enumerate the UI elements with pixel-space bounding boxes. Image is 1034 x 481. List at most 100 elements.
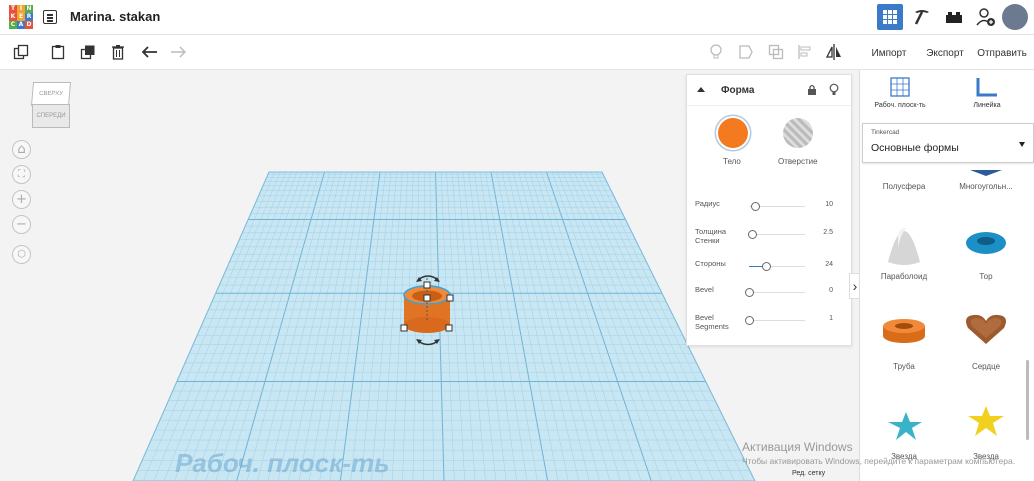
shape-label: Тор: [979, 272, 993, 281]
group-icon[interactable]: [768, 44, 784, 60]
hole-label: Отверстие: [778, 157, 818, 166]
invite-user-button[interactable]: [970, 0, 1002, 34]
param-slider-knob[interactable]: [745, 316, 754, 325]
shape-library-select[interactable]: Tinkercad Основные формы: [862, 123, 1034, 163]
home-icon: ⌂: [17, 142, 26, 157]
view-cube[interactable]: СВЕРХУ СПЕРЕДИ: [30, 82, 72, 134]
document-title[interactable]: Marina. stakan: [70, 9, 160, 24]
note-icon[interactable]: [738, 44, 754, 60]
shape-paraboloid[interactable]: Параболоид: [864, 218, 944, 308]
activation-title: Активация Windows: [742, 440, 853, 454]
chevron-right-icon: ›: [852, 278, 858, 294]
param-label: Bevel: [695, 285, 714, 294]
logo-letter: E: [17, 13, 25, 21]
logo-letter: A: [17, 21, 25, 29]
tube-shape-selected[interactable]: [388, 268, 468, 358]
edit-grid-link[interactable]: Ред. сетку: [792, 470, 825, 477]
grid-icon: [877, 4, 903, 30]
duplicate-icon[interactable]: [80, 44, 96, 60]
mirror-icon[interactable]: [826, 44, 842, 60]
import-button[interactable]: Импорт: [866, 43, 912, 63]
home-view-button[interactable]: ⌂: [12, 140, 31, 159]
shape-label: Полусфера: [882, 182, 926, 191]
logo-letter: R: [25, 13, 33, 21]
polygon-shape-icon: [970, 170, 1002, 176]
lock-icon[interactable]: [807, 84, 817, 96]
fit-view-button[interactable]: ⛶: [12, 165, 31, 184]
windows-activation-watermark: Активация Windows Чтобы активировать Win…: [742, 440, 1032, 467]
param-slider-knob[interactable]: [747, 230, 757, 239]
param-slider-knob[interactable]: [761, 262, 771, 271]
logo-letter: C: [9, 21, 17, 29]
shape-torus[interactable]: Тор: [946, 218, 1026, 308]
view-cube-top[interactable]: СВЕРХУ: [30, 82, 72, 106]
logo-letter: T: [9, 5, 17, 13]
scale-handle[interactable]: [446, 294, 454, 302]
view-cube-front[interactable]: СПЕРЕДИ: [32, 104, 70, 128]
align-icon[interactable]: [797, 44, 813, 60]
collapse-caret-icon[interactable]: [697, 87, 705, 92]
hole-swatch[interactable]: [783, 118, 813, 148]
star-shape-icon: [888, 412, 922, 440]
tinkercad-logo[interactable]: TINKERCAD: [9, 5, 33, 29]
library-source: Tinkercad: [871, 129, 900, 136]
logo-letter: N: [25, 5, 33, 13]
param-row: Bevel Segments 1: [695, 313, 845, 331]
zoom-in-button[interactable]: +: [12, 190, 31, 209]
param-row: Толщина Стенки 2.5: [695, 227, 845, 245]
paste-icon[interactable]: [50, 44, 66, 60]
plus-icon: +: [16, 192, 27, 207]
param-value[interactable]: 24: [825, 261, 833, 268]
export-button[interactable]: Экспорт: [920, 43, 970, 63]
chevron-down-icon: [1019, 142, 1025, 147]
library-scrollbar[interactable]: [1026, 360, 1029, 440]
param-value[interactable]: 0: [829, 287, 833, 294]
3d-design-view-button[interactable]: [874, 0, 906, 34]
copy-icon[interactable]: [13, 44, 29, 60]
paraboloid-shape-icon: [888, 227, 920, 265]
param-value[interactable]: 1: [829, 315, 833, 322]
design-list-icon[interactable]: [43, 10, 57, 24]
bricks-view-button[interactable]: [938, 0, 970, 34]
build-view-button[interactable]: [906, 0, 938, 34]
param-slider-track[interactable]: [749, 292, 805, 293]
workplane-tool[interactable]: Рабоч. плоск-ть: [870, 76, 930, 109]
param-slider-knob[interactable]: [745, 288, 754, 297]
param-slider-knob[interactable]: [750, 202, 760, 211]
fit-icon: ⛶: [18, 169, 25, 180]
shape-tube[interactable]: Труба: [864, 310, 944, 400]
perspective-button[interactable]: ⬡: [12, 245, 31, 264]
scale-handle[interactable]: [400, 324, 408, 332]
light-bulb-icon[interactable]: [829, 83, 839, 96]
light-bulb-icon[interactable]: [708, 44, 724, 60]
scale-handle[interactable]: [445, 324, 453, 332]
shape-heart[interactable]: Сердце: [946, 310, 1026, 400]
height-handle[interactable]: [423, 281, 431, 289]
brick-icon: [946, 12, 962, 23]
send-to-button[interactable]: Отправить: [974, 43, 1030, 63]
heart-shape-icon: [966, 314, 1006, 344]
param-value[interactable]: 10: [825, 201, 833, 208]
trash-icon[interactable]: [110, 44, 126, 60]
param-slider-track[interactable]: [749, 320, 805, 321]
param-label: Стороны: [695, 259, 726, 268]
rotate-handle-top[interactable]: [417, 275, 439, 281]
undo-icon[interactable]: [142, 44, 158, 60]
shape-panel-header: Форма: [687, 75, 851, 106]
scale-handle[interactable]: [423, 294, 431, 302]
param-slider-track[interactable]: [749, 234, 805, 235]
shape-label: Труба: [893, 362, 915, 371]
zoom-out-button[interactable]: −: [12, 215, 31, 234]
solid-color-swatch[interactable]: [718, 118, 748, 148]
logo-letter: K: [9, 13, 17, 21]
solid-label: Тело: [723, 157, 741, 166]
torus-shape-icon: [966, 232, 1006, 254]
param-label: Толщина Стенки: [695, 227, 727, 245]
pickaxe-icon: [914, 10, 929, 25]
ruler-tool[interactable]: Линейка: [957, 76, 1017, 109]
view-mode-switcher: [874, 0, 1034, 34]
rotate-handle-bottom[interactable]: [417, 340, 439, 346]
user-avatar[interactable]: [1002, 4, 1028, 30]
param-value[interactable]: 2.5: [823, 229, 833, 236]
redo-icon[interactable]: [170, 44, 186, 60]
